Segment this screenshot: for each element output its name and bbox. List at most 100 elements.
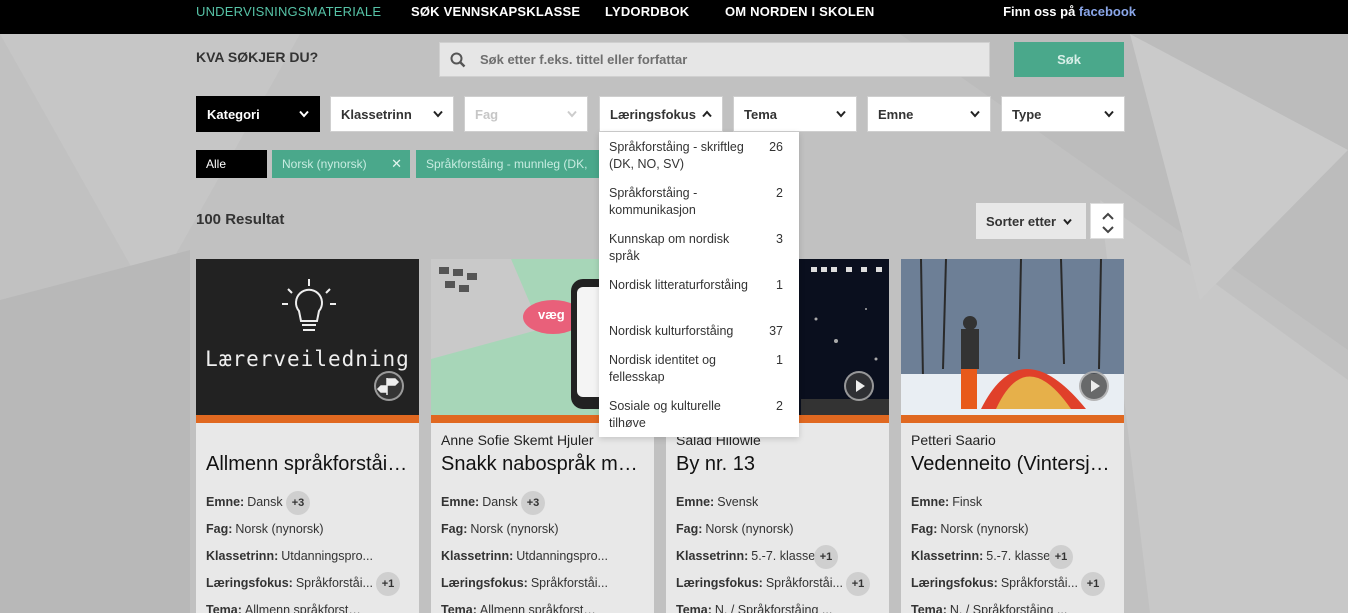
meta-value: Svensk (717, 495, 759, 509)
more-badge[interactable]: +1 (846, 572, 870, 596)
option-label: Nordisk kulturforståing (609, 324, 734, 338)
card-meta-emne: Emne: Finsk (911, 495, 982, 509)
chip-filter[interactable]: Norsk (nynorsk) ✕ (272, 150, 410, 178)
dropdown-option[interactable]: Nordisk litteraturforståing 1 (609, 277, 789, 294)
card-meta-tema: Tema: Allmenn språkforståi... (206, 603, 363, 613)
more-badge[interactable]: +3 (286, 491, 310, 515)
filter-type[interactable]: Type (1001, 96, 1125, 132)
option-count: 37 (769, 324, 783, 338)
card-meta-laeringsfokus: Læringsfokus: Språkforståi... (441, 576, 608, 590)
option-count: 1 (776, 353, 783, 367)
filter-emne[interactable]: Emne (867, 96, 991, 132)
chevron-down-icon (567, 110, 577, 118)
option-label: Kunnskap om nordisk språk (609, 232, 730, 263)
card-meta-laeringsfokus: Læringsfokus: Språkforståi... (676, 576, 843, 590)
chip-label: Språkforståing - munnleg (DK, (426, 157, 588, 171)
option-label: Nordisk identitet og fellesskap (609, 353, 717, 384)
filter-fag[interactable]: Fag (464, 96, 588, 132)
card-meta-fag: Fag: Norsk (nynorsk) (441, 522, 559, 536)
card-meta-emne: Emne: Dansk (441, 495, 518, 509)
meta-label: Tema: (676, 603, 712, 613)
more-badge[interactable]: +1 (1049, 545, 1073, 569)
chevron-down-icon (1063, 218, 1072, 225)
more-badge[interactable]: +1 (814, 545, 838, 569)
filter-klassetrinn[interactable]: Klassetrinn (330, 96, 454, 132)
result-card[interactable]: Lærerveiledning Allmenn språkforståin...… (196, 259, 419, 613)
meta-label: Tema: (206, 603, 242, 613)
card-stripe (901, 415, 1124, 423)
chevron-down-icon (299, 110, 309, 118)
option-label: Språkforståing - kommunikasjon (609, 186, 698, 217)
social-prefix: Finn oss på (1003, 4, 1076, 19)
search-button[interactable]: Søk (1014, 42, 1124, 77)
meta-label: Tema: (441, 603, 477, 613)
filter-kategori[interactable]: Kategori (196, 96, 320, 132)
meta-value: N. / Språkforståing ... (714, 603, 833, 613)
meta-value: Finsk (952, 495, 983, 509)
result-card[interactable]: Petteri Saario Vedenneito (Vintersjø... … (901, 259, 1124, 613)
more-badge[interactable]: +3 (521, 491, 545, 515)
card-meta-emne: Emne: Dansk (206, 495, 283, 509)
more-badge[interactable]: +1 (376, 572, 400, 596)
dropdown-option[interactable]: Språkforståing - skriftleg (DK, NO, SV) … (609, 139, 789, 173)
chip-label: Norsk (nynorsk) (282, 157, 367, 171)
meta-label: Tema: (911, 603, 947, 613)
sort-dropdown[interactable]: Sorter etter (976, 203, 1086, 239)
meta-label: Læringsfokus: (676, 576, 763, 590)
meta-value: Språkforståi... (1000, 576, 1078, 590)
nav-om-norden[interactable]: OM NORDEN I SKOLEN (725, 4, 875, 19)
option-label: Språkforståing - skriftleg (DK, NO, SV) (609, 140, 744, 171)
play-icon[interactable] (1079, 371, 1109, 401)
chevron-down-icon (970, 110, 980, 118)
card-title[interactable]: Vedenneito (Vintersjø... (911, 453, 1116, 476)
meta-label: Klassetrinn: (676, 549, 749, 563)
dropdown-option[interactable]: Kunnskap om nordisk språk 3 (609, 231, 789, 265)
dropdown-option[interactable]: Sosiale og kulturelle tilhøve 2 (609, 398, 789, 432)
meta-label: Fag: (911, 522, 938, 536)
nav-undervisningsmateriale[interactable]: UNDERVISNINGSMATERIALE (196, 4, 381, 19)
meta-value: N. / Språkforståing ... (949, 603, 1068, 613)
meta-label: Læringsfokus: (441, 576, 528, 590)
card-title[interactable]: By nr. 13 (676, 453, 881, 476)
close-icon[interactable]: ✕ (391, 156, 402, 172)
card-meta-laeringsfokus: Læringsfokus: Språkforståi... (911, 576, 1078, 590)
option-label: Sosiale og kulturelle tilhøve (609, 399, 721, 430)
search-box (439, 42, 990, 77)
chevron-down-icon (836, 110, 846, 118)
search-input[interactable] (466, 43, 989, 76)
more-badge[interactable]: +1 (1081, 572, 1105, 596)
chevron-up-icon (702, 110, 712, 118)
sort-order-toggle[interactable] (1090, 203, 1124, 239)
dropdown-option[interactable]: Nordisk identitet og fellesskap 1 (609, 352, 789, 386)
card-author: Anne Sofie Skemt Hjuler (441, 432, 594, 448)
filter-tema[interactable]: Tema (733, 96, 857, 132)
nav-lydordbok[interactable]: LYDORDBOK (605, 4, 689, 19)
filter-label: Emne (878, 106, 914, 122)
card-meta-klassetrinn: Klassetrinn: Utdanningspro... (206, 549, 373, 563)
meta-label: Fag: (676, 522, 703, 536)
filter-laeringsfokus[interactable]: Læringsfokus (599, 96, 723, 132)
option-count: 1 (776, 278, 783, 292)
card-title[interactable]: Allmenn språkforståin... (206, 453, 411, 476)
sort-arrows-icon (1102, 212, 1114, 234)
dropdown-option[interactable]: Språkforståing - kommunikasjon 2 (609, 185, 789, 219)
meta-value: 5.-7. klasse (986, 549, 1051, 563)
card-title[interactable]: Snakk nabospråk med ... (441, 453, 646, 476)
play-icon[interactable] (844, 371, 874, 401)
meta-value: Norsk (nynorsk) (705, 522, 794, 536)
card-meta-tema: Tema: N. / Språkforståing ... (911, 603, 1067, 613)
meta-value: Norsk (nynorsk) (235, 522, 324, 536)
card-stripe (196, 415, 419, 423)
meta-value: 5.-7. klasse (751, 549, 816, 563)
chip-filter[interactable]: Språkforståing - munnleg (DK, (416, 150, 599, 178)
meta-label: Læringsfokus: (911, 576, 998, 590)
nav-sok-vennskapsklasse[interactable]: SØK VENNSKAPSKLASSE (411, 4, 580, 19)
facebook-link[interactable]: facebook (1079, 4, 1136, 19)
card-meta-klassetrinn: Klassetrinn: 5.-7. klasse (911, 549, 1050, 563)
card-meta-emne: Emne: Svensk (676, 495, 758, 509)
dropdown-option[interactable]: Nordisk kulturforståing 37 (609, 323, 789, 340)
meta-value: Norsk (nynorsk) (940, 522, 1029, 536)
card-meta-fag: Fag: Norsk (nynorsk) (676, 522, 794, 536)
chip-alle[interactable]: Alle (196, 150, 267, 178)
social-link-group: Finn oss på facebook (1003, 4, 1136, 19)
